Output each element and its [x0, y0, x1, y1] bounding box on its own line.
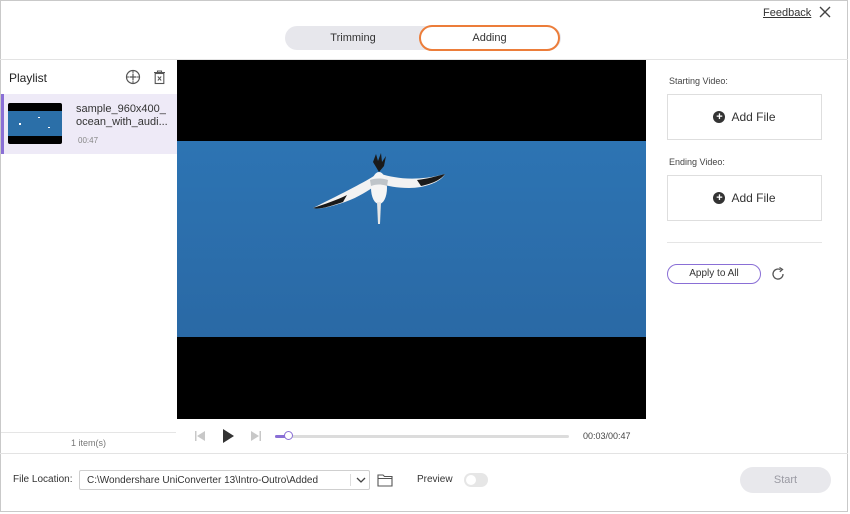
progress-handle[interactable]	[284, 431, 294, 440]
add-starting-video-button[interactable]: + Add File	[667, 94, 822, 140]
play-icon[interactable]	[221, 428, 235, 444]
trash-icon[interactable]	[152, 69, 167, 85]
footer-divider	[0, 453, 848, 454]
start-button[interactable]: Start	[740, 467, 831, 493]
player-controls: 00:03/00:47	[177, 419, 646, 453]
tab-adding[interactable]: Adding	[419, 25, 560, 51]
reset-icon[interactable]	[770, 266, 786, 282]
file-location-value: C:\Wondershare UniConverter 13\Intro-Out…	[87, 475, 319, 486]
playlist-item-duration: 00:47	[78, 136, 99, 145]
panel-divider	[667, 242, 822, 243]
ending-video-label: Ending Video:	[669, 157, 725, 167]
add-to-playlist-icon[interactable]	[125, 69, 141, 85]
preview-label: Preview	[417, 474, 453, 485]
video-thumbnail	[8, 103, 62, 144]
chevron-down-icon	[350, 474, 366, 486]
plus-icon: +	[713, 111, 726, 123]
file-location-label: File Location:	[13, 474, 73, 485]
progress-track[interactable]	[275, 431, 569, 440]
toggle-knob	[466, 475, 476, 485]
starting-video-label: Starting Video:	[669, 76, 728, 86]
file-location-select[interactable]: C:\Wondershare UniConverter 13\Intro-Out…	[79, 470, 370, 490]
previous-frame-icon[interactable]	[193, 429, 207, 443]
video-preview[interactable]	[177, 60, 646, 419]
close-icon[interactable]	[817, 4, 833, 20]
playlist-title: Playlist	[9, 71, 48, 85]
tab-trimming[interactable]: Trimming	[285, 26, 421, 50]
feedback-link[interactable]: Feedback	[763, 7, 811, 19]
plus-icon: +	[713, 192, 726, 204]
mode-tabs: Trimming Adding	[285, 25, 561, 51]
playlist-item[interactable]: sample_960x400_ ocean_with_audi... 00:47	[1, 94, 177, 154]
time-display: 00:03/00:47	[583, 431, 631, 441]
bird-image	[313, 153, 445, 224]
add-ending-video-button[interactable]: + Add File	[667, 175, 822, 221]
playlist-item-count: 1 item(s)	[1, 432, 176, 454]
playlist-item-name: sample_960x400_ ocean_with_audi...	[76, 103, 168, 128]
next-frame-icon[interactable]	[249, 429, 263, 443]
apply-to-all-button[interactable]: Apply to All	[667, 264, 761, 284]
preview-toggle[interactable]	[464, 473, 488, 487]
playlist-panel: Playlist sample_960x400_ ocean_with_audi…	[1, 60, 178, 453]
folder-icon[interactable]	[377, 473, 393, 487]
